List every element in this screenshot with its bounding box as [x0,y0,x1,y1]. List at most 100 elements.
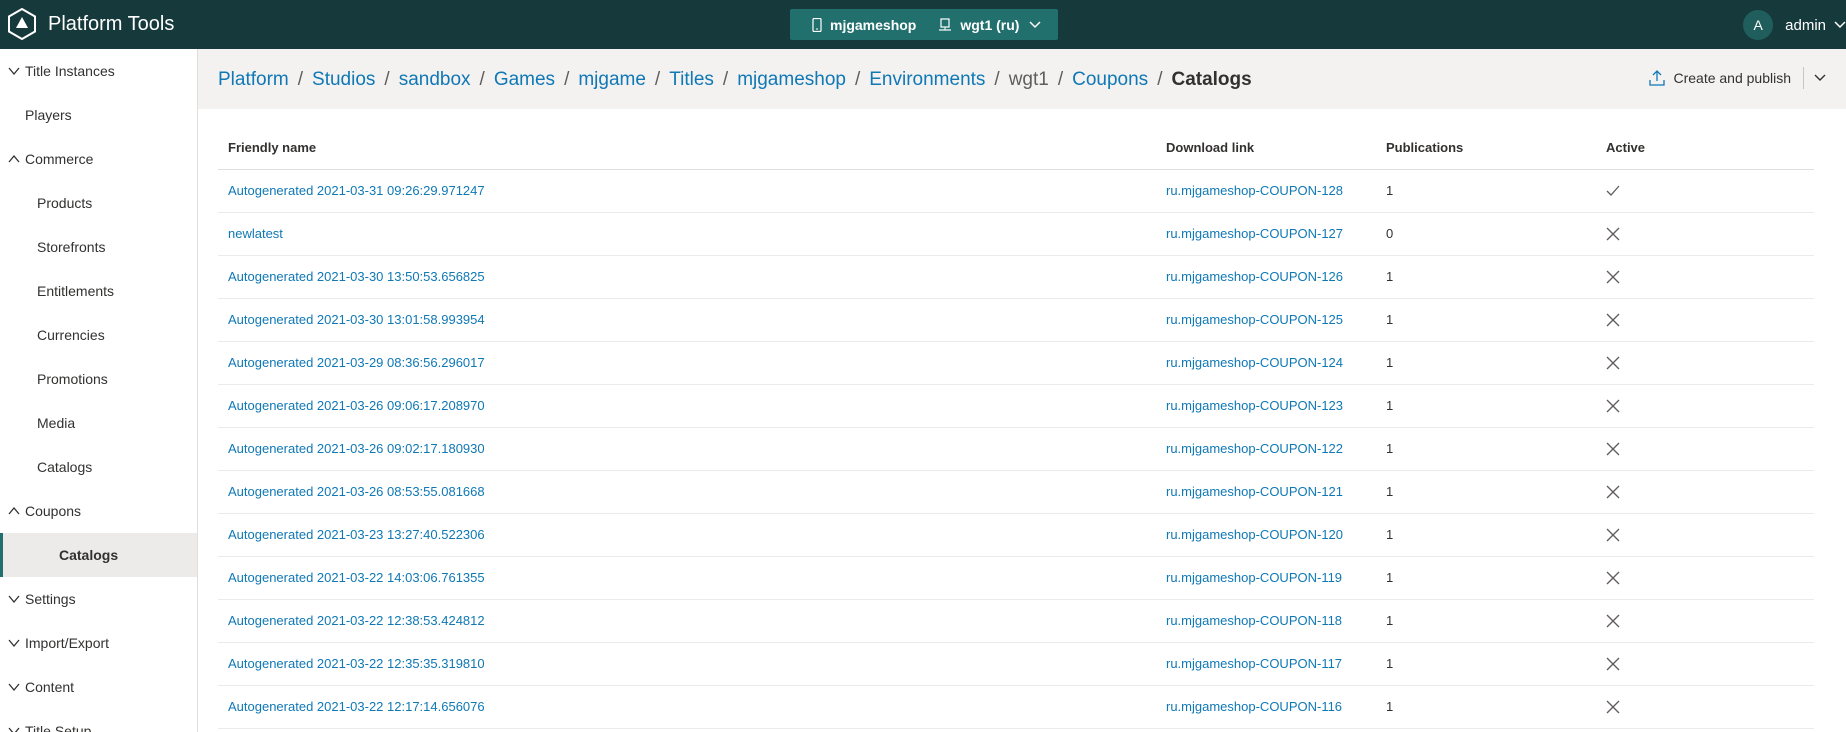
cross-icon [1606,442,1620,455]
sidebar-item-catalogs[interactable]: Catalogs [0,445,197,489]
breadcrumb-link-mjgameshop[interactable]: mjgameshop [737,69,846,91]
brand[interactable]: Platform Tools [6,8,174,40]
title-name: mjgameshop [830,16,917,33]
sidebar-item-label: Storefronts [37,239,106,255]
friendly-name-link[interactable]: Autogenerated 2021-03-22 12:38:53.424812 [218,599,1156,643]
friendly-name-link[interactable]: Autogenerated 2021-03-29 08:36:56.296017 [218,341,1156,385]
download-link[interactable]: ru.mjgameshop-COUPON-120 [1156,513,1376,557]
breadcrumb-link-environments[interactable]: Environments [869,69,985,91]
breadcrumb-link-mjgame[interactable]: mjgame [578,69,646,91]
download-link[interactable]: ru.mjgameshop-COUPON-123 [1156,384,1376,428]
friendly-name-link[interactable]: Autogenerated 2021-03-26 08:53:55.081668 [218,470,1156,514]
publications-count: 1 [1376,384,1596,428]
friendly-name-link[interactable]: Autogenerated 2021-03-31 09:26:29.971247 [218,169,1156,213]
column-header-publications[interactable]: Publications [1376,127,1596,170]
friendly-name-link[interactable]: Autogenerated 2021-03-22 12:17:14.656076 [218,685,1156,729]
table-header-row: Friendly name Download link Publications… [218,127,1814,170]
sidebar-item-label: Catalogs [59,547,119,563]
table-row[interactable]: Autogenerated 2021-03-26 09:02:17.180930… [218,427,1814,471]
context-switcher[interactable]: mjgameshop wgt1 (ru) [790,9,1058,40]
column-header-download-link[interactable]: Download link [1156,127,1376,170]
breadcrumb-link-games[interactable]: Games [494,69,555,91]
friendly-name-link[interactable]: Autogenerated 2021-03-26 09:06:17.208970 [218,384,1156,428]
download-link[interactable]: ru.mjgameshop-COUPON-117 [1156,642,1376,686]
friendly-name-link[interactable]: Autogenerated 2021-03-22 12:35:35.319810 [218,642,1156,686]
table-row[interactable]: Autogenerated 2021-03-23 13:27:40.522306… [218,513,1814,557]
table-row[interactable]: Autogenerated 2021-03-22 12:35:35.319810… [218,642,1814,686]
upload-icon [1649,70,1666,86]
sidebar-item-label: Promotions [37,371,108,387]
table-row[interactable]: Autogenerated 2021-03-31 09:26:29.971247… [218,169,1814,213]
breadcrumb-separator: / [654,69,661,90]
table-row[interactable]: Autogenerated 2021-03-26 09:06:17.208970… [218,384,1814,428]
download-link[interactable]: ru.mjgameshop-COUPON-118 [1156,599,1376,643]
breadcrumb-link-studios[interactable]: Studios [312,69,375,91]
active-status [1596,556,1814,600]
create-and-publish-label: Create and publish [1673,70,1791,86]
sidebar-item-title-instances[interactable]: Title Instances [0,49,197,93]
sidebar-item-entitlements[interactable]: Entitlements [0,269,197,313]
breadcrumb-link-coupons[interactable]: Coupons [1072,69,1148,91]
cross-icon [1606,270,1620,283]
table-row[interactable]: Autogenerated 2021-03-26 08:53:55.081668… [218,470,1814,514]
download-link[interactable]: ru.mjgameshop-COUPON-127 [1156,212,1376,256]
friendly-name-link[interactable]: Autogenerated 2021-03-30 13:50:53.656825 [218,255,1156,299]
breadcrumb-link-titles[interactable]: Titles [669,69,714,91]
breadcrumb-current-catalogs: Catalogs [1171,69,1252,90]
main-content: Platform / Studios / sandbox / Games / mjgame / Ti… [198,49,1846,732]
sidebar-item-title-setup[interactable]: Title Setup [0,709,197,732]
sidebar-item-currencies[interactable]: Currencies [0,313,197,357]
download-link[interactable]: ru.mjgameshop-COUPON-121 [1156,470,1376,514]
cross-icon [1606,657,1620,670]
environment-selector[interactable]: wgt1 (ru) [938,17,1041,33]
sidebar-item-promotions[interactable]: Promotions [0,357,197,401]
friendly-name-link[interactable]: newlatest [218,212,1156,256]
publications-count: 1 [1376,341,1596,385]
table-row[interactable]: Autogenerated 2021-03-22 12:38:53.424812… [218,599,1814,643]
friendly-name-link[interactable]: Autogenerated 2021-03-23 13:27:40.522306 [218,513,1156,557]
breadcrumb-link-platform[interactable]: Platform [218,69,289,91]
table-row[interactable]: newlatest ru.mjgameshop-COUPON-127 0 [218,212,1814,256]
sidebar-item-settings[interactable]: Settings [0,577,197,621]
download-link[interactable]: ru.mjgameshop-COUPON-128 [1156,169,1376,213]
sidebar-item-storefronts[interactable]: Storefronts [0,225,197,269]
download-link[interactable]: ru.mjgameshop-COUPON-122 [1156,427,1376,471]
sidebar-item-media[interactable]: Media [0,401,197,445]
cross-icon [1606,485,1620,498]
sidebar-item-label: Players [25,107,72,123]
table-row[interactable]: Autogenerated 2021-03-22 12:17:14.656076… [218,685,1814,729]
chevron-down-icon[interactable] [1814,74,1826,82]
download-link[interactable]: ru.mjgameshop-COUPON-124 [1156,341,1376,385]
friendly-name-link[interactable]: Autogenerated 2021-03-22 14:03:06.761355 [218,556,1156,600]
title-selector[interactable]: mjgameshop [812,17,916,33]
table-row[interactable]: Autogenerated 2021-03-29 08:36:56.296017… [218,341,1814,385]
sidebar-item-catalogs[interactable]: Catalogs [0,533,197,577]
download-link[interactable]: ru.mjgameshop-COUPON-126 [1156,255,1376,299]
cross-icon [1606,313,1620,326]
download-link[interactable]: ru.mjgameshop-COUPON-125 [1156,298,1376,342]
table-row[interactable]: Autogenerated 2021-03-30 13:50:53.656825… [218,255,1814,299]
sidebar-item-commerce[interactable]: Commerce [0,137,197,181]
column-header-friendly-name[interactable]: Friendly name [218,127,1156,170]
table-row[interactable]: Autogenerated 2021-03-30 13:01:58.993954… [218,298,1814,342]
breadcrumb-link-sandbox[interactable]: sandbox [399,69,471,91]
sidebar-item-import-export[interactable]: Import/Export [0,621,197,665]
sidebar-item-coupons[interactable]: Coupons [0,489,197,533]
friendly-name-link[interactable]: Autogenerated 2021-03-26 09:02:17.180930 [218,427,1156,471]
sidebar-item-products[interactable]: Products [0,181,197,225]
sidebar-item-players[interactable]: Players [0,93,197,137]
active-status [1596,169,1814,213]
download-link[interactable]: ru.mjgameshop-COUPON-119 [1156,556,1376,600]
friendly-name-link[interactable]: Autogenerated 2021-03-30 13:01:58.993954 [218,298,1156,342]
sidebar-item-content[interactable]: Content [0,665,197,709]
environment-name: wgt1 (ru) [960,16,1020,33]
column-header-active[interactable]: Active [1596,127,1814,170]
breadcrumb-separator: / [564,69,570,90]
sidebar-item-label: Products [37,195,93,211]
download-link[interactable]: ru.mjgameshop-COUPON-116 [1156,685,1376,729]
cross-icon [1606,399,1620,412]
publications-count: 1 [1376,427,1596,471]
user-menu[interactable]: A admin [1743,10,1846,40]
create-and-publish-button[interactable]: Create and publish [1649,67,1826,89]
table-row[interactable]: Autogenerated 2021-03-22 14:03:06.761355… [218,556,1814,600]
